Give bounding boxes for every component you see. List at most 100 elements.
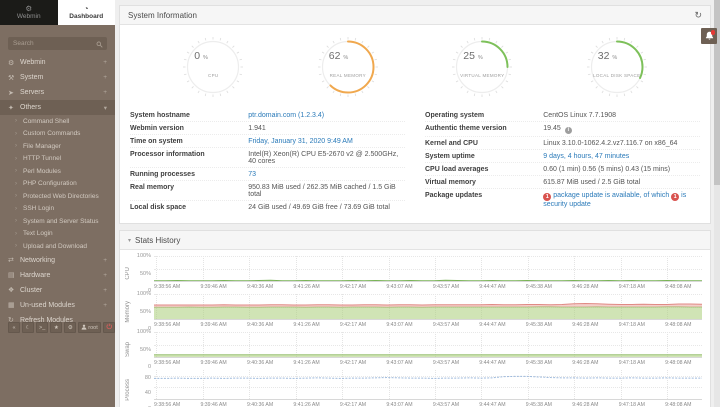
x-tick-label: 9:41:26 AM	[293, 284, 319, 290]
submenu-arrow-icon: ›	[15, 181, 23, 187]
stats-history-title: Stats History	[135, 236, 180, 245]
x-tick-label: 9:38:56 AM	[154, 402, 180, 407]
sidebar-subitem-protected-web-directories[interactable]: ›Protected Web Directories	[0, 190, 115, 203]
sidebar-item-label: Others	[20, 104, 104, 111]
sidebar-subitem-system-and-server-status[interactable]: ›System and Server Status	[0, 215, 115, 228]
plus-icon: +	[103, 272, 107, 279]
settings-button[interactable]: ⚙	[64, 322, 76, 333]
stats-charts: CPU100%50%09:38:56 AM9:39:46 AM9:40:36 A…	[120, 250, 710, 407]
gauge-label: CPU	[181, 73, 245, 78]
sidebar-item-others[interactable]: ✦Others▾	[0, 100, 115, 115]
info-label: System hostname	[130, 112, 248, 119]
info-value[interactable]: ptr.domain.com (1.2.3.4)	[248, 112, 405, 119]
y-tick-label: 100%	[137, 329, 151, 335]
y-tick-label: 50%	[140, 271, 151, 277]
favorites-button[interactable]: ★	[50, 322, 62, 333]
info-tables: System hostnameptr.domain.com (1.2.3.4)W…	[120, 105, 710, 223]
plus-icon: +	[103, 74, 107, 81]
info-value: 19.45i	[543, 125, 700, 134]
gauge-real-memory: 62 %REAL MEMORY	[316, 35, 380, 99]
tab-dashboard[interactable]: ◔ Dashboard	[58, 0, 116, 25]
sidebar-item-label: System	[20, 74, 103, 81]
sidebar-item-un-used-modules[interactable]: ▦Un-used Modules+	[0, 298, 115, 313]
x-tick-label: 9:47:18 AM	[619, 402, 645, 407]
chart-memory: Memory100%50%09:38:56 AM9:39:46 AM9:40:3…	[122, 294, 702, 329]
update-count-badge: 1	[671, 193, 679, 201]
info-row-system-uptime: System uptime9 days, 4 hours, 47 minutes	[425, 150, 700, 163]
tab-webmin[interactable]: ⚙ Webmin	[0, 0, 58, 25]
x-tick-label: 9:43:07 AM	[386, 322, 412, 328]
sidebar-item-servers[interactable]: ➤Servers+	[0, 85, 115, 100]
gauge-virtual-memory: 25 %VIRTUAL MEMORY	[450, 35, 514, 99]
info-icon[interactable]: i	[565, 127, 572, 134]
favorites-icon: ★	[54, 325, 59, 331]
sidebar-subitem-label: Perl Modules	[23, 168, 61, 175]
sidebar-item-hardware[interactable]: ▤Hardware+	[0, 268, 115, 283]
x-tick-label: 9:45:38 AM	[526, 322, 552, 328]
sidebar-subitem-http-tunnel[interactable]: ›HTTP Tunnel	[0, 153, 115, 166]
sidebar-toggle-button[interactable]: «	[8, 322, 20, 333]
info-value: 24 GiB used / 49.69 GiB free / 73.69 GiB…	[248, 204, 405, 211]
sidebar-subitem-ssh-login[interactable]: ›SSH Login	[0, 203, 115, 216]
sidebar-subitem-php-configuration[interactable]: ›PHP Configuration	[0, 178, 115, 191]
info-value: 950.83 MiB used / 262.35 MiB cached / 1.…	[248, 184, 405, 198]
gauges-row: 0 %CPU62 %REAL MEMORY25 %VIRTUAL MEMORY3…	[120, 25, 710, 105]
gauge-label: VIRTUAL MEMORY	[450, 73, 514, 78]
info-value: 1.941	[248, 125, 405, 132]
notifications-tab[interactable]	[701, 28, 717, 44]
sidebar-subitem-upload-and-download[interactable]: ›Upload and Download	[0, 240, 115, 253]
x-axis-labels: 9:38:56 AM9:39:46 AM9:40:36 AM9:41:26 AM…	[154, 282, 702, 291]
night-mode-button[interactable]: ☾	[22, 322, 34, 333]
info-row-running-processes: Running processes73	[130, 168, 405, 181]
logout-button[interactable]	[103, 322, 116, 333]
x-tick-label: 9:46:28 AM	[572, 402, 598, 407]
chart-plot-area	[154, 332, 702, 358]
sidebar-item-label: Servers	[20, 89, 103, 96]
network-icon: ⇄	[8, 256, 20, 264]
info-row-cpu-load-averages: CPU load averages0.60 (1 min) 0.56 (5 mi…	[425, 163, 700, 176]
sidebar-subitem-text-login[interactable]: ›Text Login	[0, 228, 115, 241]
gauge-value: 62 %	[329, 50, 349, 62]
shell-button[interactable]: >_	[36, 322, 48, 333]
x-tick-label: 9:48:08 AM	[665, 284, 691, 290]
x-tick-label: 9:47:18 AM	[619, 322, 645, 328]
main-area: System Information ↻ 0 %CPU 62 %REAL MEMO…	[115, 0, 720, 407]
system-information-title: System Information	[128, 11, 197, 20]
sidebar-subitem-perl-modules[interactable]: ›Perl Modules	[0, 165, 115, 178]
sidebar-item-cluster[interactable]: ❖Cluster+	[0, 283, 115, 298]
gauge-cpu: 0 %CPU	[181, 35, 245, 99]
tab-webmin-label: Webmin	[17, 13, 41, 20]
info-row-operating-system: Operating systemCentOS Linux 7.7.1908	[425, 109, 700, 122]
stats-history-header[interactable]: ▾ Stats History	[120, 231, 710, 250]
refresh-icon[interactable]: ↻	[694, 11, 702, 20]
info-value[interactable]: 1package update is available, of which 1…	[543, 192, 700, 208]
sidebar-subitem-custom-commands[interactable]: ›Custom Commands	[0, 128, 115, 141]
plus-icon: +	[103, 287, 107, 294]
sidebar-item-system[interactable]: ⚒System+	[0, 70, 115, 85]
sidebar-item-networking[interactable]: ⇄Networking+	[0, 253, 115, 268]
page-scrollbar[interactable]	[714, 0, 720, 407]
x-tick-label: 9:39:46 AM	[200, 360, 226, 366]
x-axis-labels: 9:38:56 AM9:39:46 AM9:40:36 AM9:41:26 AM…	[154, 358, 702, 367]
hardware-icon: ▤	[8, 271, 20, 279]
sidebar-menu: ⚙Webmin+⚒System+➤Servers+✦Others▾›Comman…	[0, 55, 115, 328]
info-value[interactable]: 9 days, 4 hours, 47 minutes	[543, 153, 700, 160]
x-tick-label: 9:42:17 AM	[340, 402, 366, 407]
system-information-header: System Information ↻	[120, 6, 710, 25]
sidebar-subitem-label: PHP Configuration	[23, 180, 77, 187]
user-icon	[81, 324, 87, 332]
sidebar-item-webmin[interactable]: ⚙Webmin+	[0, 55, 115, 70]
sidebar-subitem-command-shell[interactable]: ›Command Shell	[0, 115, 115, 128]
search-input[interactable]	[8, 37, 107, 50]
info-value[interactable]: Friday, January 31, 2020 9:49 AM	[248, 138, 405, 145]
x-tick-label: 9:40:36 AM	[247, 322, 273, 328]
x-tick-label: 9:48:08 AM	[665, 360, 691, 366]
x-tick-label: 9:46:28 AM	[572, 284, 598, 290]
sidebar-subitem-label: HTTP Tunnel	[23, 155, 61, 162]
user-root-button[interactable]: root	[78, 322, 100, 333]
info-value[interactable]: 73	[248, 171, 405, 178]
sidebar-subitem-file-manager[interactable]: ›File Manager	[0, 140, 115, 153]
webmin-logo-icon: ⚙	[25, 5, 32, 12]
x-tick-label: 9:43:07 AM	[386, 402, 412, 407]
info-label: Kernel and CPU	[425, 140, 543, 147]
